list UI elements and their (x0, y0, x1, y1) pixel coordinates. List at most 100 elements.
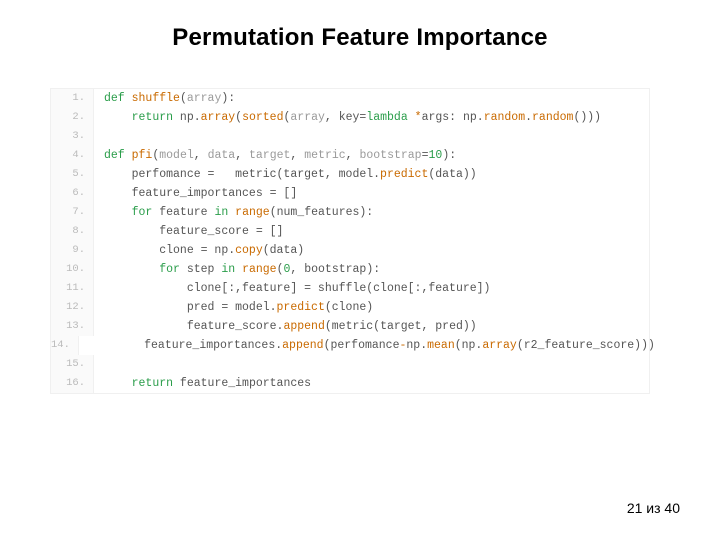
code-token (104, 377, 132, 390)
code-token: ): (221, 92, 235, 105)
code-token: def (104, 149, 125, 162)
code-token: , (194, 149, 208, 162)
code-token: data (208, 149, 236, 162)
line-number: 8. (51, 222, 94, 241)
code-token: array (187, 92, 222, 105)
code-content: return feature_importances (94, 374, 311, 393)
code-token: mean (427, 339, 455, 352)
code-content: perfomance = metric(target, model.predic… (94, 165, 477, 184)
code-line: 8. feature_score = [] (51, 222, 649, 241)
code-token: ( (180, 92, 187, 105)
code-token: shuffle (132, 92, 180, 105)
code-content: clone[:,feature] = shuffle(clone[:,featu… (94, 279, 490, 298)
code-token: pfi (132, 149, 153, 162)
code-token: feature_score. (104, 320, 283, 333)
code-token: range (242, 263, 277, 276)
code-line: 1.def shuffle(array): (51, 89, 649, 108)
page-counter: 21 из 40 (627, 500, 680, 516)
code-line: 7. for feature in range(num_features): (51, 203, 649, 222)
code-token: in (214, 206, 228, 219)
page-sep: из (646, 500, 660, 516)
code-token: model (159, 149, 194, 162)
code-line: 5. perfomance = metric(target, model.pre… (51, 165, 649, 184)
code-line: 16. return feature_importances (51, 374, 649, 393)
code-token: np. (173, 111, 201, 124)
code-token: (clone) (325, 301, 373, 314)
code-token: for (159, 263, 180, 276)
code-token: bootstrap (359, 149, 421, 162)
code-token: feature_importances. (89, 339, 282, 352)
code-token: * (415, 111, 422, 124)
code-token: 10 (429, 149, 443, 162)
code-token: = (422, 149, 429, 162)
code-line: 9. clone = np.copy(data) (51, 241, 649, 260)
code-token: clone = np. (104, 244, 235, 257)
code-content: return np.array(sorted(array, key=lambda… (94, 108, 601, 127)
code-content: def shuffle(array): (94, 89, 235, 108)
code-token: (data)) (428, 168, 476, 181)
code-token: (metric(target, pred)) (325, 320, 477, 333)
code-token: , (346, 149, 360, 162)
code-token: (num_features): (270, 206, 374, 219)
line-number: 7. (51, 203, 94, 222)
line-number: 10. (51, 260, 94, 279)
line-number: 16. (51, 374, 94, 393)
code-token: def (104, 92, 125, 105)
code-token: return (132, 111, 173, 124)
code-content: for feature in range(num_features): (94, 203, 373, 222)
code-token: , bootstrap): (290, 263, 380, 276)
line-number: 13. (51, 317, 94, 336)
code-token: perfomance = metric(target, model. (104, 168, 380, 181)
code-token: range (235, 206, 270, 219)
page-total: 40 (664, 500, 680, 516)
code-token: (perfomance (324, 339, 400, 352)
code-token: ): (442, 149, 456, 162)
code-token: step (180, 263, 221, 276)
code-line: 2. return np.array(sorted(array, key=lam… (51, 108, 649, 127)
code-token: in (221, 263, 235, 276)
code-token: np. (406, 339, 427, 352)
code-block: 1.def shuffle(array):2. return np.array(… (50, 88, 650, 394)
code-token: predict (277, 301, 325, 314)
code-content: def pfi(model, data, target, metric, boo… (94, 146, 456, 165)
code-token: clone[:,feature] = shuffle(clone[:,featu… (104, 282, 490, 295)
page-title: Permutation Feature Importance (0, 24, 720, 52)
code-token: append (283, 320, 324, 333)
code-content (94, 355, 104, 374)
code-token: target (249, 149, 290, 162)
code-token: . (525, 111, 532, 124)
code-token: ())) (573, 111, 601, 124)
code-token: pred = model. (104, 301, 277, 314)
code-line: 12. pred = model.predict(clone) (51, 298, 649, 317)
code-token (104, 111, 132, 124)
code-content: pred = model.predict(clone) (94, 298, 373, 317)
code-line: 10. for step in range(0, bootstrap): (51, 260, 649, 279)
code-token: array (482, 339, 517, 352)
code-line: 15. (51, 355, 649, 374)
line-number: 5. (51, 165, 94, 184)
code-token: array (290, 111, 325, 124)
code-token: feature_importances (173, 377, 311, 390)
code-token: sorted (242, 111, 283, 124)
code-line: 11. clone[:,feature] = shuffle(clone[:,f… (51, 279, 649, 298)
line-number: 12. (51, 298, 94, 317)
code-token (125, 92, 132, 105)
code-line: 3. (51, 127, 649, 146)
line-number: 4. (51, 146, 94, 165)
code-token: append (282, 339, 323, 352)
line-number: 1. (51, 89, 94, 108)
code-token: , (235, 149, 249, 162)
code-content: feature_score = [] (94, 222, 283, 241)
code-token: args: np. (422, 111, 484, 124)
code-token: (r2_feature_score))) (517, 339, 655, 352)
code-token: (np. (455, 339, 483, 352)
code-token (408, 111, 415, 124)
line-number: 6. (51, 184, 94, 203)
code-content: feature_score.append(metric(target, pred… (94, 317, 477, 336)
code-token (104, 206, 132, 219)
line-number: 3. (51, 127, 94, 146)
code-token (125, 149, 132, 162)
code-token: return (132, 377, 173, 390)
code-token: random (532, 111, 573, 124)
code-line: 14. feature_importances.append(perfomanc… (51, 336, 649, 355)
